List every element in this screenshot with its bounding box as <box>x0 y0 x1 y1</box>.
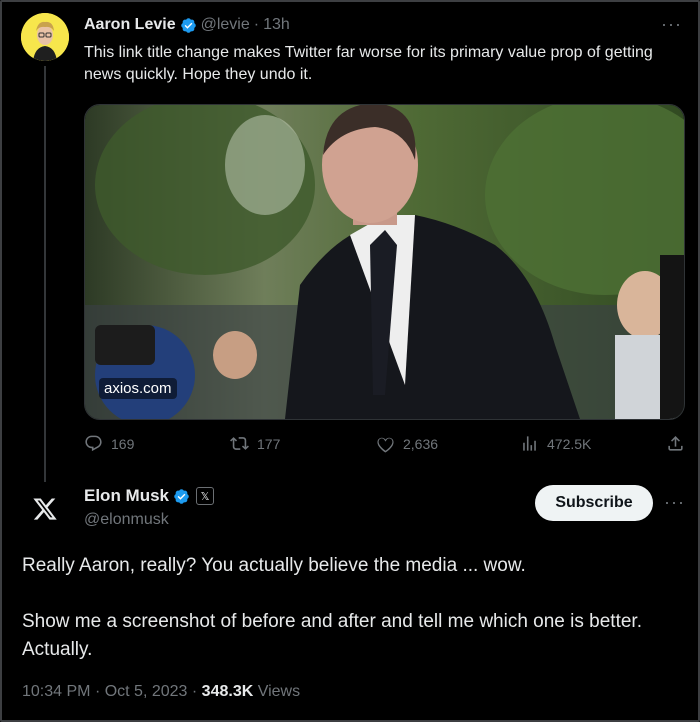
view-count: 348.3K <box>201 683 254 700</box>
tweet2-header: Elon Musk 𝕏 <box>84 486 215 506</box>
card-domain-label: axios.com <box>99 378 177 399</box>
like-count: 2,636 <box>403 435 439 452</box>
author-name[interactable]: Aaron Levie <box>84 16 176 34</box>
reply-icon <box>85 435 102 452</box>
tweet2-paragraph-1: Really Aaron, really? You actually belie… <box>22 555 526 576</box>
verified-icon <box>180 17 196 33</box>
x-logo-icon <box>33 498 57 520</box>
like-button[interactable]: 2,636 <box>376 434 438 453</box>
more-options-icon[interactable]: ··· <box>664 492 685 513</box>
avatar-aaron-levie[interactable] <box>21 13 69 61</box>
separator-dot: · <box>191 683 198 700</box>
tweet2-meta: 10:34 PM · Oct 5, 2023 · 348.3K Views <box>22 683 300 701</box>
share-button[interactable] <box>666 434 693 453</box>
reply-button[interactable]: 169 <box>84 434 134 453</box>
share-icon <box>668 436 683 451</box>
more-options-icon[interactable]: ··· <box>661 14 682 35</box>
link-card[interactable]: axios.com <box>84 104 685 420</box>
views-label: Views <box>257 683 301 700</box>
tweet1-text: This link title change makes Twitter far… <box>84 44 653 83</box>
tweet1-header: Aaron Levie @levie · 13h <box>84 16 290 34</box>
post-time[interactable]: 10:34 PM <box>22 683 90 700</box>
separator-dot: · <box>94 683 101 700</box>
tweet1-actions: 169 177 2,636 472.5K <box>84 434 688 458</box>
author-handle[interactable]: @levie <box>201 16 250 34</box>
affiliate-badge-icon[interactable]: 𝕏 <box>196 487 215 505</box>
retweet-icon <box>230 437 249 450</box>
views-icon <box>523 436 536 451</box>
separator-dot: · <box>253 16 260 33</box>
retweet-button[interactable]: 177 <box>230 434 280 453</box>
avatar-elon-musk[interactable] <box>20 484 70 534</box>
timestamp[interactable]: 13h <box>263 16 290 34</box>
views-count: 472.5K <box>547 435 592 452</box>
views-button[interactable]: 472.5K <box>520 434 591 453</box>
card-image <box>85 105 684 419</box>
thread-line <box>44 66 46 482</box>
subscribe-button[interactable]: Subscribe <box>535 485 653 521</box>
retweet-count: 177 <box>257 435 281 452</box>
tweet2-paragraph-2: Show me a screenshot of before and after… <box>22 611 642 660</box>
author-name[interactable]: Elon Musk <box>84 486 169 506</box>
like-icon <box>377 437 394 453</box>
author-handle[interactable]: @elonmusk <box>84 511 169 529</box>
tweet2-text: Really Aaron, really? You actually belie… <box>22 552 682 664</box>
verified-icon <box>174 488 189 504</box>
post-date[interactable]: Oct 5, 2023 <box>105 683 188 700</box>
reply-count: 169 <box>111 435 135 452</box>
